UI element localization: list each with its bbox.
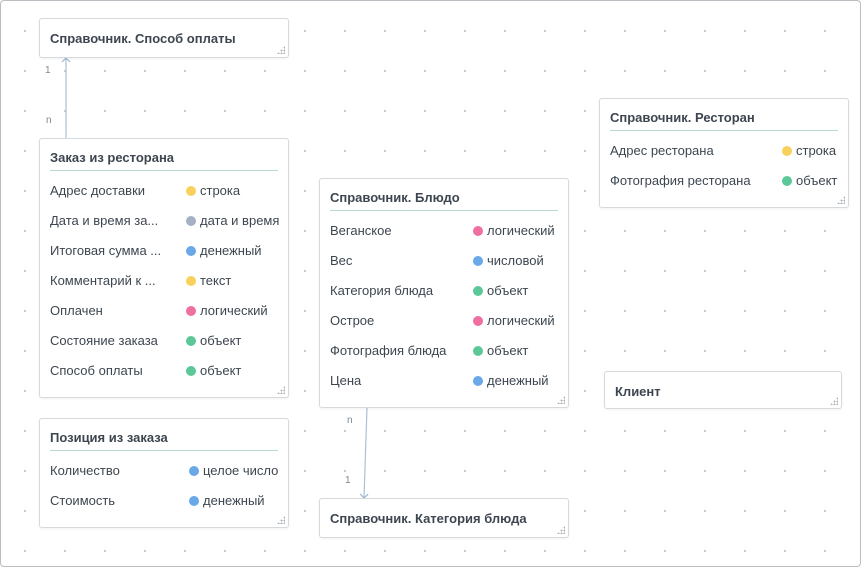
- entity-title: Справочник. Способ оплаты: [50, 31, 236, 46]
- field-name: Категория блюда: [330, 283, 434, 298]
- type-dot-icon: [782, 176, 792, 186]
- field-row[interactable]: Веганское логический: [330, 221, 558, 241]
- field-row[interactable]: Состояние заказа объект: [50, 331, 278, 351]
- field-row[interactable]: Вес числовой: [330, 251, 558, 271]
- field-name: Острое: [330, 313, 375, 328]
- resize-handle[interactable]: [557, 396, 565, 404]
- field-row[interactable]: Оплачен логический: [50, 301, 278, 321]
- field-type: объект: [200, 363, 242, 378]
- field-type: числовой: [487, 253, 544, 268]
- type-dot-icon: [186, 366, 196, 376]
- field-name: Адрес ресторана: [610, 143, 714, 158]
- type-dot-icon: [782, 146, 792, 156]
- field-type: объект: [796, 173, 838, 188]
- entity-title: Позиция из заказа: [50, 430, 278, 451]
- field-type: объект: [487, 343, 529, 358]
- type-dot-icon: [473, 256, 483, 266]
- field-type: логический: [487, 223, 555, 238]
- field-name: Комментарий к ...: [50, 273, 156, 288]
- type-dot-icon: [473, 346, 483, 356]
- type-dot-icon: [473, 226, 483, 236]
- relation-order-payment-from-label: n: [46, 115, 52, 126]
- field-name: Дата и время за...: [50, 213, 159, 228]
- field-name: Оплачен: [50, 303, 103, 318]
- type-dot-icon: [186, 336, 196, 346]
- field-name: Состояние заказа: [50, 333, 158, 348]
- field-type: дата и время: [200, 213, 280, 228]
- resize-handle[interactable]: [277, 516, 285, 524]
- field-name: Фотография ресторана: [610, 173, 751, 188]
- entity-dish[interactable]: Справочник. Блюдо Веганское логический В…: [319, 178, 569, 408]
- entity-dish-category[interactable]: Справочник. Категория блюда: [319, 498, 569, 538]
- field-row[interactable]: Комментарий к ... текст: [50, 271, 278, 291]
- field-row[interactable]: Категория блюда объект: [330, 281, 558, 301]
- field-type: логический: [487, 313, 555, 328]
- type-dot-icon: [473, 316, 483, 326]
- resize-handle[interactable]: [830, 397, 838, 405]
- resize-handle[interactable]: [557, 526, 565, 534]
- entity-client[interactable]: Клиент: [604, 371, 842, 409]
- field-type: денежный: [200, 243, 262, 258]
- entity-title: Справочник. Ресторан: [610, 110, 838, 131]
- field-name: Итоговая сумма ...: [50, 243, 162, 258]
- resize-handle[interactable]: [277, 386, 285, 394]
- type-dot-icon: [186, 306, 196, 316]
- field-row[interactable]: Итоговая сумма ... денежный: [50, 241, 278, 261]
- type-dot-icon: [473, 376, 483, 386]
- field-row[interactable]: Адрес доставки строка: [50, 181, 278, 201]
- field-row[interactable]: Стоимость денежный: [50, 491, 278, 511]
- type-dot-icon: [186, 276, 196, 286]
- entity-title: Заказ из ресторана: [50, 150, 278, 171]
- field-type: объект: [200, 333, 242, 348]
- resize-handle[interactable]: [277, 46, 285, 54]
- entity-order-item[interactable]: Позиция из заказа Количество целое число…: [39, 418, 289, 528]
- field-name: Количество: [50, 463, 120, 478]
- field-name: Стоимость: [50, 493, 116, 508]
- type-dot-icon: [186, 216, 196, 226]
- field-name: Цена: [330, 373, 362, 388]
- relation-dish-category-to-label: 1: [345, 475, 351, 486]
- entity-payment-method[interactable]: Справочник. Способ оплаты: [39, 18, 289, 58]
- entity-title: Справочник. Блюдо: [330, 190, 558, 211]
- relation-dish-category-line[interactable]: [359, 406, 369, 499]
- field-row[interactable]: Фотография блюда объект: [330, 341, 558, 361]
- field-name: Фотография блюда: [330, 343, 447, 358]
- field-type: строка: [200, 183, 241, 198]
- field-type: текст: [200, 273, 232, 288]
- entity-title: Справочник. Категория блюда: [330, 511, 527, 526]
- field-type: денежный: [203, 493, 265, 508]
- field-row[interactable]: Дата и время за... дата и время: [50, 211, 280, 231]
- field-name: Веганское: [330, 223, 392, 238]
- field-name: Адрес доставки: [50, 183, 146, 198]
- field-name: Вес: [330, 253, 353, 268]
- field-type: строка: [796, 143, 837, 158]
- type-dot-icon: [189, 496, 199, 506]
- type-dot-icon: [186, 246, 196, 256]
- field-type: денежный: [487, 373, 549, 388]
- field-type: логический: [200, 303, 268, 318]
- relation-dish-category-from-label: n: [347, 415, 353, 426]
- field-row[interactable]: Фотография ресторана объект: [610, 171, 838, 191]
- field-row[interactable]: Цена денежный: [330, 371, 558, 391]
- field-row[interactable]: Способ оплаты объект: [50, 361, 278, 381]
- entity-restaurant-order[interactable]: Заказ из ресторана Адрес доставки строка…: [39, 138, 289, 398]
- entity-title: Клиент: [615, 384, 661, 399]
- diagram-canvas[interactable]: n 1 n 1 Справочник. Способ оплаты Заказ …: [0, 0, 861, 567]
- field-type: объект: [487, 283, 529, 298]
- type-dot-icon: [473, 286, 483, 296]
- field-type: целое число: [203, 463, 279, 478]
- type-dot-icon: [189, 466, 199, 476]
- relation-order-payment-to-label: 1: [45, 65, 51, 76]
- resize-handle[interactable]: [837, 196, 845, 204]
- entity-restaurant[interactable]: Справочник. Ресторан Адрес ресторана стр…: [599, 98, 849, 208]
- field-row[interactable]: Количество целое число: [50, 461, 278, 481]
- field-row[interactable]: Острое логический: [330, 311, 558, 331]
- field-name: Способ оплаты: [50, 363, 143, 378]
- type-dot-icon: [186, 186, 196, 196]
- field-row[interactable]: Адрес ресторана строка: [610, 141, 838, 161]
